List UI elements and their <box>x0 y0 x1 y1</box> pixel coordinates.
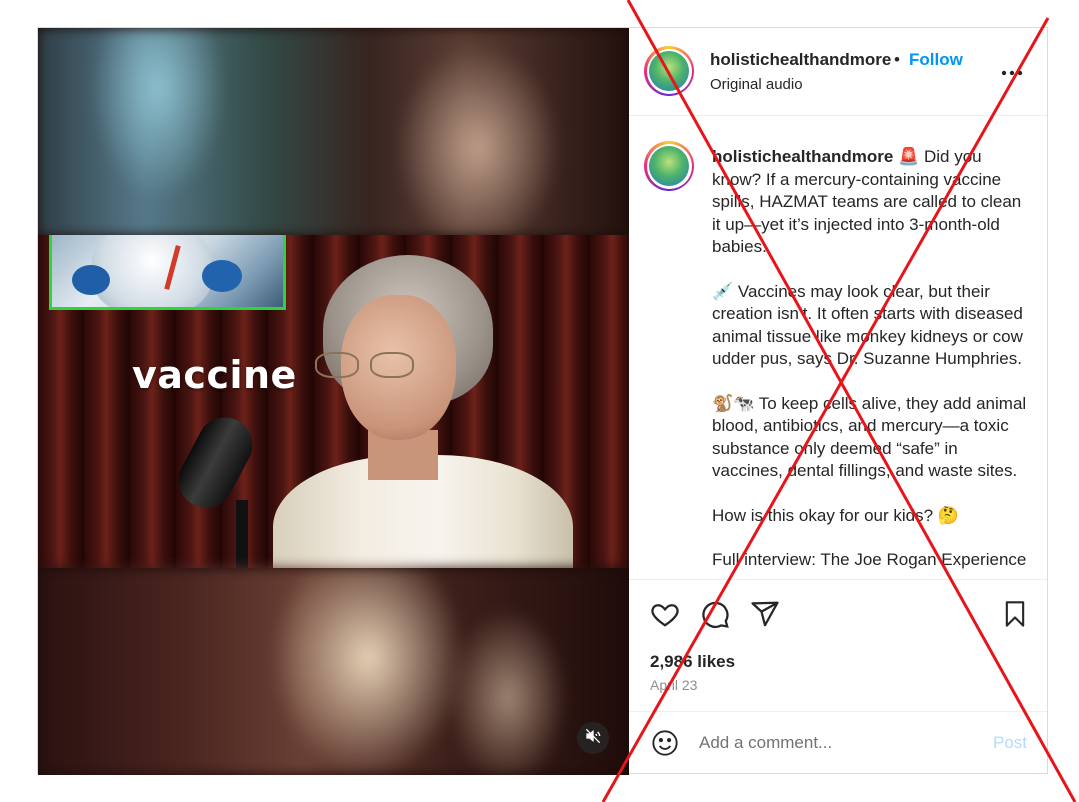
comment-bar: Post <box>629 711 1047 773</box>
post-date[interactable]: April 23 <box>650 677 697 693</box>
caption-paragraph: 🐒🐄 To keep cells alive, they add animal … <box>712 393 1027 481</box>
blurred-background-top <box>38 28 629 236</box>
post-header: holistichealthandmore • Follow Original … <box>629 28 1047 116</box>
action-bar: 2,986 likes April 23 <box>629 579 1047 711</box>
original-audio-link[interactable]: Original audio <box>710 76 803 93</box>
caption-paragraph: Full interview: The Joe Rogan Experience <box>712 550 1027 569</box>
heart-icon <box>651 604 679 627</box>
avatar[interactable] <box>644 46 694 96</box>
comment-icon <box>702 601 729 628</box>
blurred-background-bottom <box>38 568 629 775</box>
share-icon <box>751 601 779 627</box>
comment-input[interactable] <box>699 730 969 756</box>
instagram-post: vaccine holistichealthandmore • Follow O… <box>37 27 1048 775</box>
mute-button[interactable] <box>577 722 609 754</box>
save-button[interactable] <box>999 598 1031 630</box>
caption-paragraph: How is this okay for our kids? 🤔 <box>712 505 959 525</box>
caption-paragraph: 💉 Vaccines may look clear, but their cre… <box>712 281 1023 369</box>
caption-section: holistichealthandmore 🚨 Did you know? If… <box>629 116 1047 579</box>
comment-button[interactable] <box>699 598 731 630</box>
post-caption: holistichealthandmore 🚨 Did you know? If… <box>712 146 1032 579</box>
hazmat-inset-image <box>49 235 286 310</box>
bookmark-icon <box>1005 601 1025 627</box>
more-options-icon[interactable] <box>1001 56 1023 82</box>
follow-button[interactable]: Follow <box>909 50 963 70</box>
video-frame[interactable]: vaccine <box>38 235 629 568</box>
post-video[interactable]: vaccine <box>38 28 629 775</box>
post-comment-button[interactable]: Post <box>993 733 1027 753</box>
post-sidebar: holistichealthandmore • Follow Original … <box>629 28 1047 773</box>
separator-dot: • <box>894 50 900 69</box>
emoji-icon <box>652 730 678 756</box>
microphone-image <box>168 407 263 518</box>
likes-count[interactable]: 2,986 likes <box>650 652 735 672</box>
caption-username[interactable]: holistichealthandmore <box>712 147 893 166</box>
avatar-logo <box>649 51 689 91</box>
like-button[interactable] <box>649 598 681 630</box>
mute-icon <box>585 728 601 749</box>
share-button[interactable] <box>749 598 781 630</box>
caption-avatar[interactable] <box>644 141 694 191</box>
speaker-figure <box>253 255 573 568</box>
author-username[interactable]: holistichealthandmore <box>710 50 891 70</box>
emoji-button[interactable] <box>649 727 681 759</box>
